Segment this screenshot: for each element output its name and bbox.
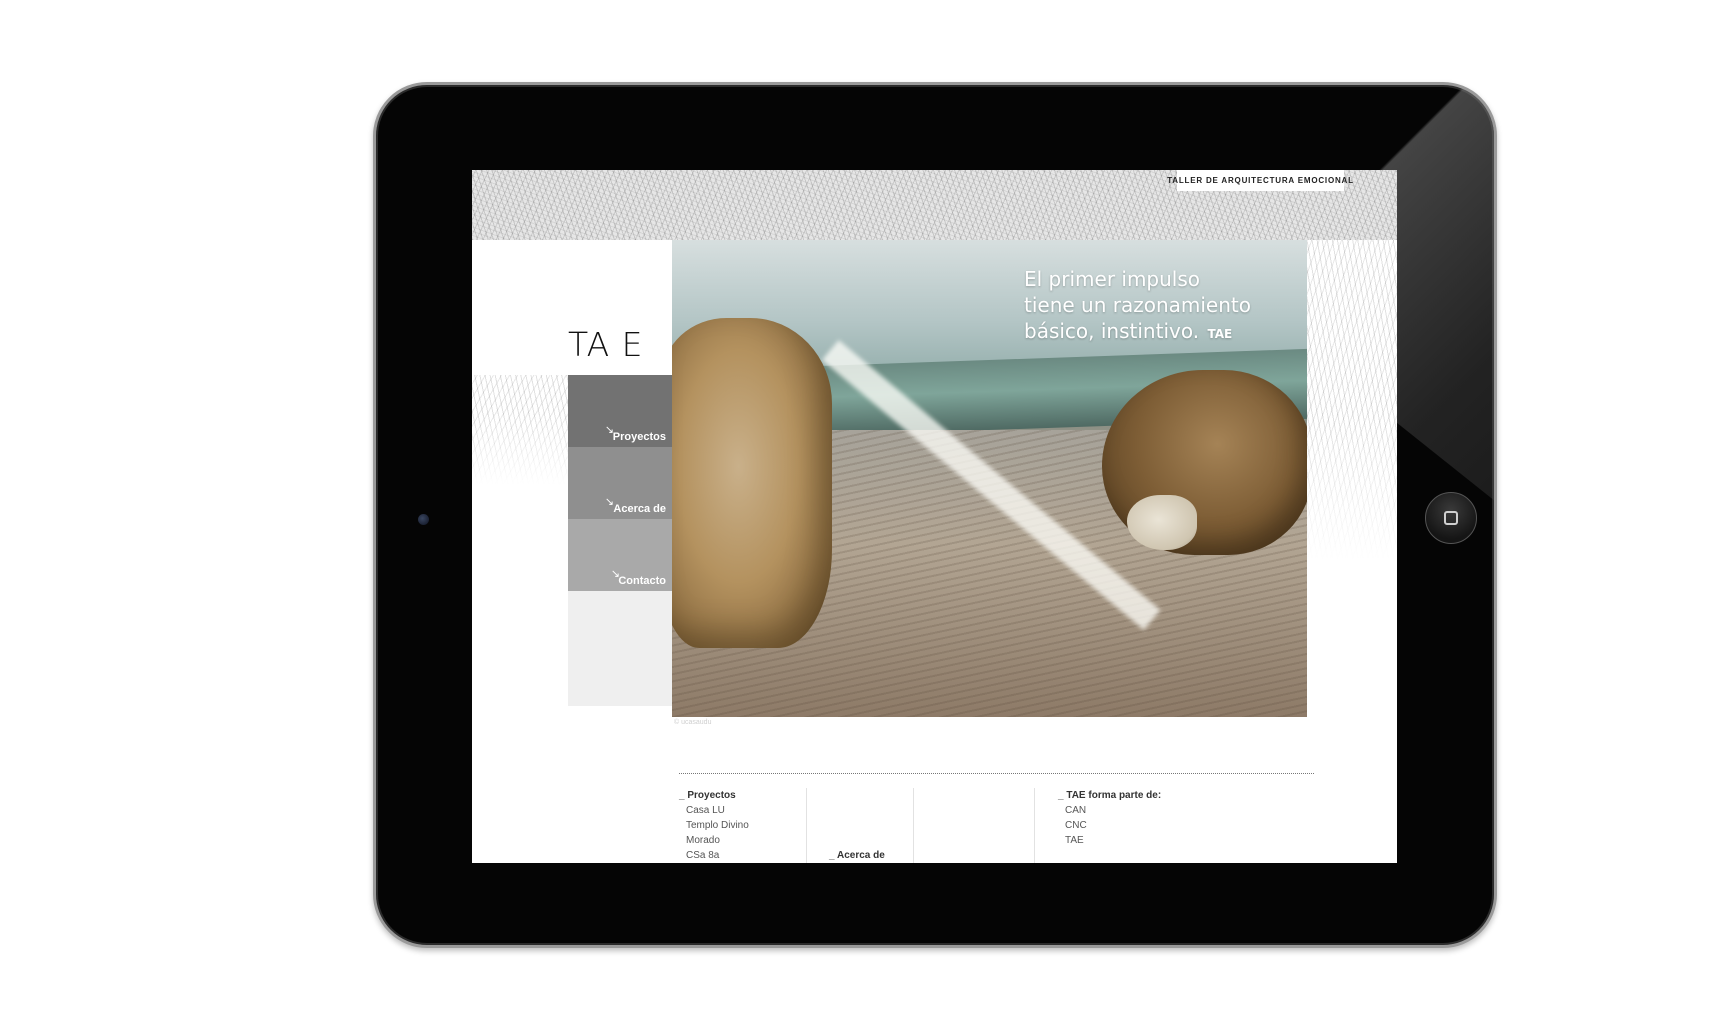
front-camera-icon [418,514,429,525]
nav-item-label: Contacto [618,575,666,587]
hero-quote: El primer impulso tiene un razonamiento … [1024,266,1294,347]
home-button[interactable] [1425,492,1477,544]
footer-about: _ Acerca de [829,848,885,863]
hero-caption: © ucasaudu [674,719,712,726]
tablet-screen: TALLER DE ARQUITECTURA EMOCIONAL TA E ↘ … [472,170,1397,863]
nav-filler-panel [568,591,672,706]
stone-left [672,318,832,648]
footer-link-network[interactable]: CAN [1058,803,1161,818]
footer-link-project[interactable]: Casa LU [679,803,749,818]
footer-heading-acerca-de[interactable]: _ Acerca de [829,848,885,863]
home-square-icon [1444,511,1458,525]
site-logo[interactable]: TA E [568,325,644,364]
footer-heading-proyectos[interactable]: _ Proyectos [679,788,749,803]
hero-quote-line: El primer impulso [1024,267,1201,291]
footer-column-divider [806,788,807,863]
footer-projects: _ Proyectos Casa LU Templo Divino Morado… [679,788,749,863]
nav-item-label: Acerca de [613,503,666,515]
footer-column-divider [913,788,914,863]
footer-link-project[interactable]: Morado [679,833,749,848]
hero-quote-tag: TAE [1207,327,1233,341]
footer-link-network[interactable]: CNC [1058,818,1161,833]
footer-column-divider [1034,788,1035,863]
stage: TALLER DE ARQUITECTURA EMOCIONAL TA E ↘ … [0,0,1728,1024]
nav-item-contacto[interactable]: ↘ Contacto [568,519,672,591]
footer-link-project[interactable]: CSa 8a [679,848,749,863]
hero-image: El primer impulso tiene un razonamiento … [672,240,1307,717]
side-nav: ↘ Proyectos ↘ Acerca de ↘ Contacto [568,375,672,706]
footer-divider [679,773,1314,774]
nav-item-proyectos[interactable]: ↘ Proyectos [568,375,672,447]
sketch-side-texture-right [1307,240,1397,560]
hero-quote-text: básico, instintivo. [1024,319,1200,343]
stone-right-chip [1127,495,1197,550]
tagline-badge: TALLER DE ARQUITECTURA EMOCIONAL [1167,170,1353,191]
footer-network: _ TAE forma parte de: CAN CNC TAE [1058,788,1161,848]
footer-link-network[interactable]: TAE [1058,833,1161,848]
nav-item-label: Proyectos [612,431,666,443]
footer-heading-network: _ TAE forma parte de: [1058,790,1162,801]
footer-link-project[interactable]: Templo Divino [679,818,749,833]
nav-item-acerca-de[interactable]: ↘ Acerca de [568,447,672,519]
hero-quote-line: tiene un razonamiento [1024,293,1251,317]
hero-quote-line: básico, instintivo. TAE [1024,318,1294,347]
sketch-side-texture-left [472,375,568,485]
